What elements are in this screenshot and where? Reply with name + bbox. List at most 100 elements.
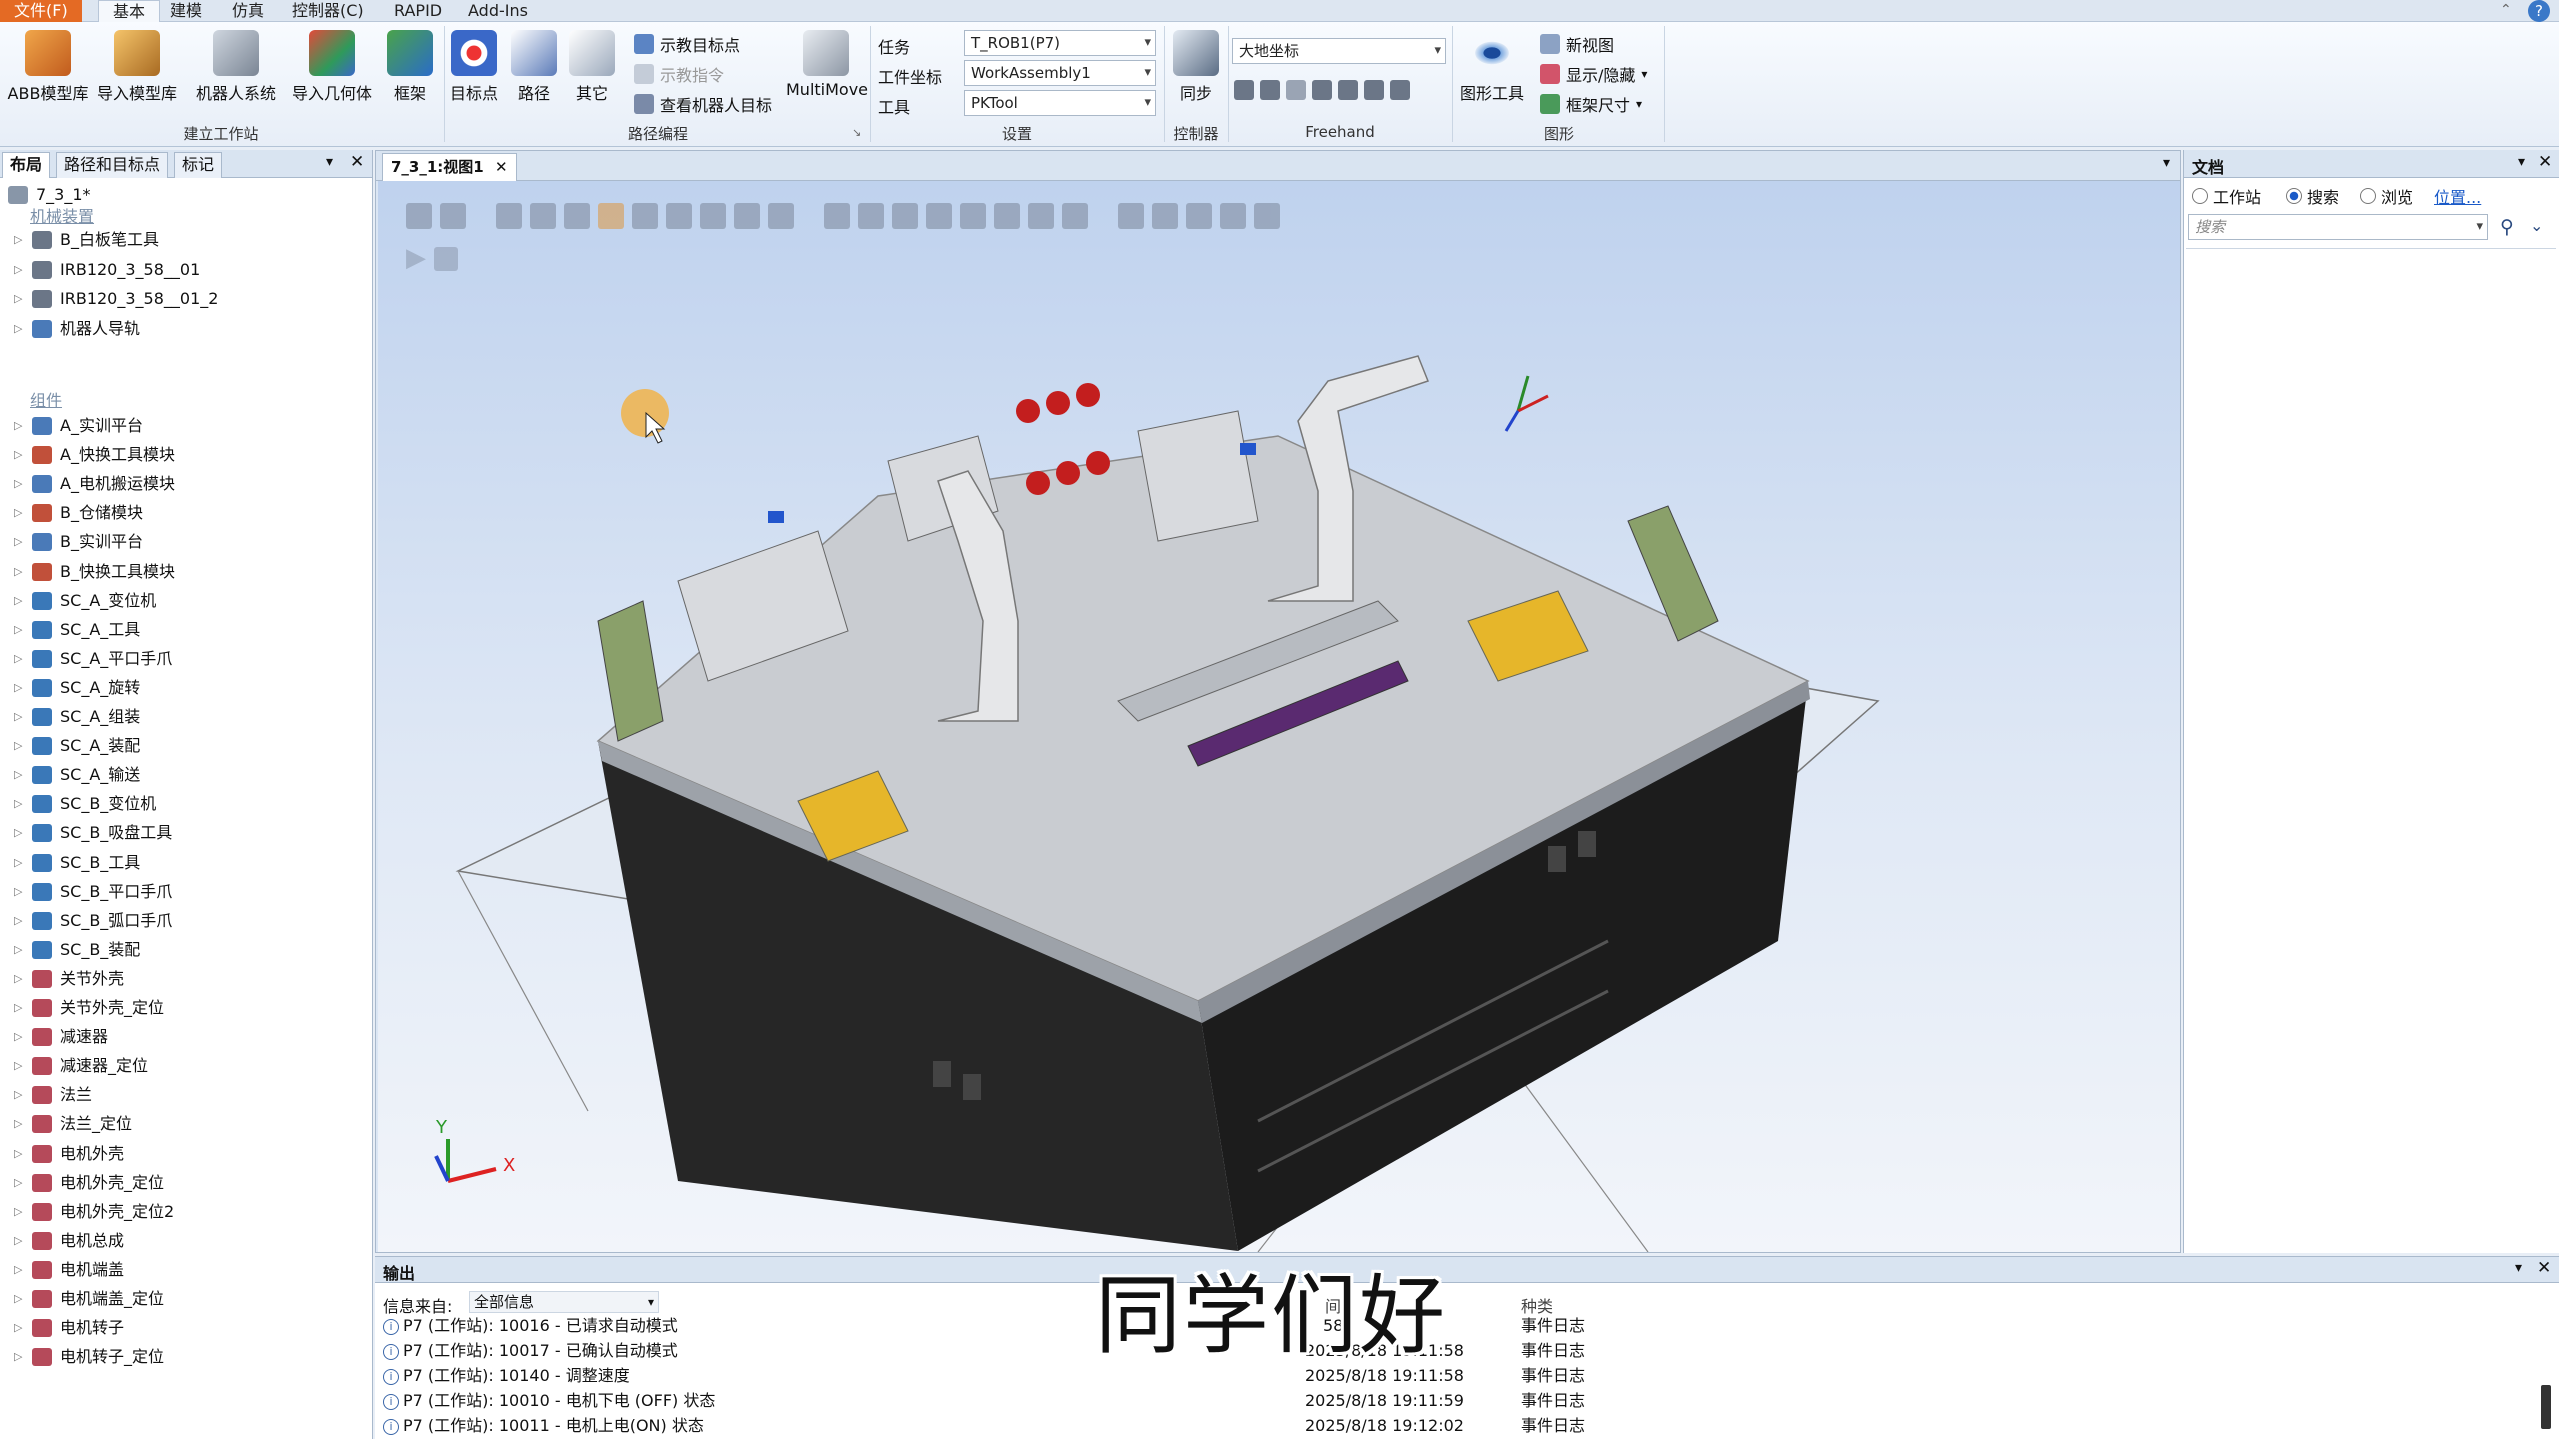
expand-arrow-icon[interactable]: ▷ <box>14 1197 22 1226</box>
expand-arrow-icon[interactable]: ▷ <box>14 440 22 469</box>
expand-arrow-icon[interactable]: ▷ <box>14 314 22 343</box>
expand-arrow-icon[interactable]: ▷ <box>14 818 22 847</box>
expand-arrow-icon[interactable]: ▷ <box>14 615 22 644</box>
tab-modeling[interactable]: 建模 <box>156 0 216 22</box>
wobj-combo[interactable]: WorkAssembly1 <box>964 60 1156 86</box>
search-icon[interactable]: ⚲ <box>2500 216 2514 238</box>
import-geometry-button[interactable]: 导入几何体 <box>286 30 378 104</box>
multimove-button[interactable]: MultiMove <box>786 30 868 99</box>
expand-arrow-icon[interactable]: ▷ <box>14 789 22 818</box>
import-library-button[interactable]: 导入模型库 <box>92 30 182 104</box>
rotate-icon[interactable] <box>1260 80 1280 100</box>
log-row[interactable]: i P7 (工作站): 10140 - 调整速度 <box>383 1363 630 1388</box>
expand-arrow-icon[interactable]: ▷ <box>14 760 22 789</box>
new-view-button[interactable]: 新视图 <box>1540 32 1614 56</box>
expand-arrow-icon[interactable]: ▷ <box>14 1080 22 1109</box>
close-icon[interactable]: ✕ <box>350 152 364 172</box>
log-row[interactable]: i P7 (工作站): 10010 - 电机下电 (OFF) 状态 <box>383 1388 715 1413</box>
dialog-launcher-icon[interactable]: ↘ <box>852 126 861 139</box>
panel-menu-icon[interactable]: ▾ <box>2515 1260 2522 1276</box>
expand-arrow-icon[interactable]: ▷ <box>14 964 22 993</box>
view-robot-target-button[interactable]: 查看机器人目标 <box>634 92 772 116</box>
tab-simulation[interactable]: 仿真 <box>218 0 278 22</box>
close-icon[interactable]: ✕ <box>2538 152 2552 172</box>
mechanism-jog-icon[interactable] <box>1390 80 1410 100</box>
expand-arrow-icon[interactable]: ▷ <box>14 1284 22 1313</box>
expand-arrow-icon[interactable]: ▷ <box>14 702 22 731</box>
radio-browse[interactable]: 浏览 <box>2360 184 2413 208</box>
task-combo[interactable]: T_ROB1(P7) <box>964 30 1156 56</box>
expand-arrow-icon[interactable]: ▷ <box>14 225 22 254</box>
expand-arrow-icon[interactable]: ▷ <box>14 1168 22 1197</box>
path-button[interactable]: 路径 <box>508 30 560 104</box>
tab-layout[interactable]: 布局 <box>2 152 51 178</box>
expand-arrow-icon[interactable]: ▷ <box>14 1313 22 1342</box>
expand-icon[interactable]: ⌄ <box>2530 216 2543 235</box>
minimize-ribbon-icon[interactable]: ⌃ <box>2500 2 2512 18</box>
output-scrollbar[interactable] <box>2541 1385 2551 1429</box>
log-row[interactable]: i P7 (工作站): 10016 - 已请求自动模式 <box>383 1313 678 1338</box>
reference-frame-combo[interactable]: 大地坐标 <box>1232 38 1446 64</box>
log-row[interactable]: i P7 (工作站): 10017 - 已确认自动模式 <box>383 1338 678 1363</box>
expand-arrow-icon[interactable]: ▷ <box>14 673 22 702</box>
expand-arrow-icon[interactable]: ▷ <box>14 848 22 877</box>
sync-button[interactable]: 同步 <box>1168 30 1224 104</box>
location-link[interactable]: 位置... <box>2434 184 2481 208</box>
tab-basic[interactable]: 基本 <box>98 0 161 22</box>
jog-joint-icon[interactable] <box>1286 80 1306 100</box>
chevron-down-icon[interactable]: ▾ <box>2476 215 2483 239</box>
jog-linear-icon[interactable] <box>1312 80 1332 100</box>
tab-paths-targets[interactable]: 路径和目标点 <box>56 152 169 178</box>
expand-arrow-icon[interactable]: ▷ <box>14 284 22 313</box>
doc-search-input[interactable]: 搜索 ▾ <box>2188 214 2488 240</box>
teach-instruction-button[interactable]: 示教指令 <box>634 62 724 86</box>
expand-arrow-icon[interactable]: ▷ <box>14 1051 22 1080</box>
panel-menu-icon[interactable]: ▾ <box>2518 154 2525 170</box>
target-button[interactable]: 目标点 <box>448 30 500 104</box>
tab-view1[interactable]: 7_3_1:视图1 ✕ <box>382 153 517 181</box>
frame-size-button[interactable]: 框架尺寸 ▾ <box>1540 92 1642 116</box>
expand-arrow-icon[interactable]: ▷ <box>14 1139 22 1168</box>
expand-arrow-icon[interactable]: ▷ <box>14 644 22 673</box>
expand-arrow-icon[interactable]: ▷ <box>14 411 22 440</box>
expand-arrow-icon[interactable]: ▷ <box>14 1226 22 1255</box>
tab-rapid[interactable]: RAPID <box>380 0 456 22</box>
other-button[interactable]: 其它 <box>566 30 618 104</box>
3d-scene[interactable]: ▶ X Y <box>378 181 2180 1252</box>
panel-menu-icon[interactable]: ▾ <box>2163 155 2170 171</box>
tab-addins[interactable]: Add-Ins <box>454 0 542 22</box>
log-row[interactable]: i P7 (工作站): 10011 - 电机上电(ON) 状态 <box>383 1413 704 1438</box>
expand-arrow-icon[interactable]: ▷ <box>14 731 22 760</box>
expand-arrow-icon[interactable]: ▷ <box>14 935 22 964</box>
expand-arrow-icon[interactable]: ▷ <box>14 877 22 906</box>
expand-arrow-icon[interactable]: ▷ <box>14 527 22 556</box>
expand-arrow-icon[interactable]: ▷ <box>14 557 22 586</box>
expand-arrow-icon[interactable]: ▷ <box>14 906 22 935</box>
source-filter-combo[interactable]: 全部信息 ▾ <box>469 1291 659 1313</box>
expand-arrow-icon[interactable]: ▷ <box>14 1109 22 1138</box>
jog-reorient-icon[interactable] <box>1338 80 1358 100</box>
close-icon[interactable]: ✕ <box>495 158 508 176</box>
multi-robot-jog-icon[interactable] <box>1364 80 1384 100</box>
radio-search[interactable]: 搜索 <box>2286 184 2339 208</box>
expand-arrow-icon[interactable]: ▷ <box>14 498 22 527</box>
panel-menu-icon[interactable]: ▾ <box>326 154 333 170</box>
tool-combo[interactable]: PKTool <box>964 90 1156 116</box>
expand-arrow-icon[interactable]: ▷ <box>14 1342 22 1371</box>
abb-library-button[interactable]: ABB模型库 <box>6 30 90 104</box>
teach-target-button[interactable]: 示教目标点 <box>634 32 740 56</box>
radio-station[interactable]: 工作站 <box>2192 184 2261 208</box>
robot-system-button[interactable]: 机器人系统 <box>188 30 284 104</box>
expand-arrow-icon[interactable]: ▷ <box>14 255 22 284</box>
tab-tags[interactable]: 标记 <box>174 152 223 178</box>
expand-arrow-icon[interactable]: ▷ <box>14 1022 22 1051</box>
close-icon[interactable]: ✕ <box>2537 1258 2551 1278</box>
expand-arrow-icon[interactable]: ▷ <box>14 1255 22 1284</box>
move-icon[interactable] <box>1234 80 1254 100</box>
expand-arrow-icon[interactable]: ▷ <box>14 586 22 615</box>
expand-arrow-icon[interactable]: ▷ <box>14 993 22 1022</box>
help-icon[interactable]: ? <box>2528 0 2550 22</box>
frame-button[interactable]: 框架 <box>382 30 438 104</box>
tab-controller[interactable]: 控制器(C) <box>278 0 378 22</box>
graphics-tools-button[interactable]: 图形工具 <box>1456 30 1528 104</box>
